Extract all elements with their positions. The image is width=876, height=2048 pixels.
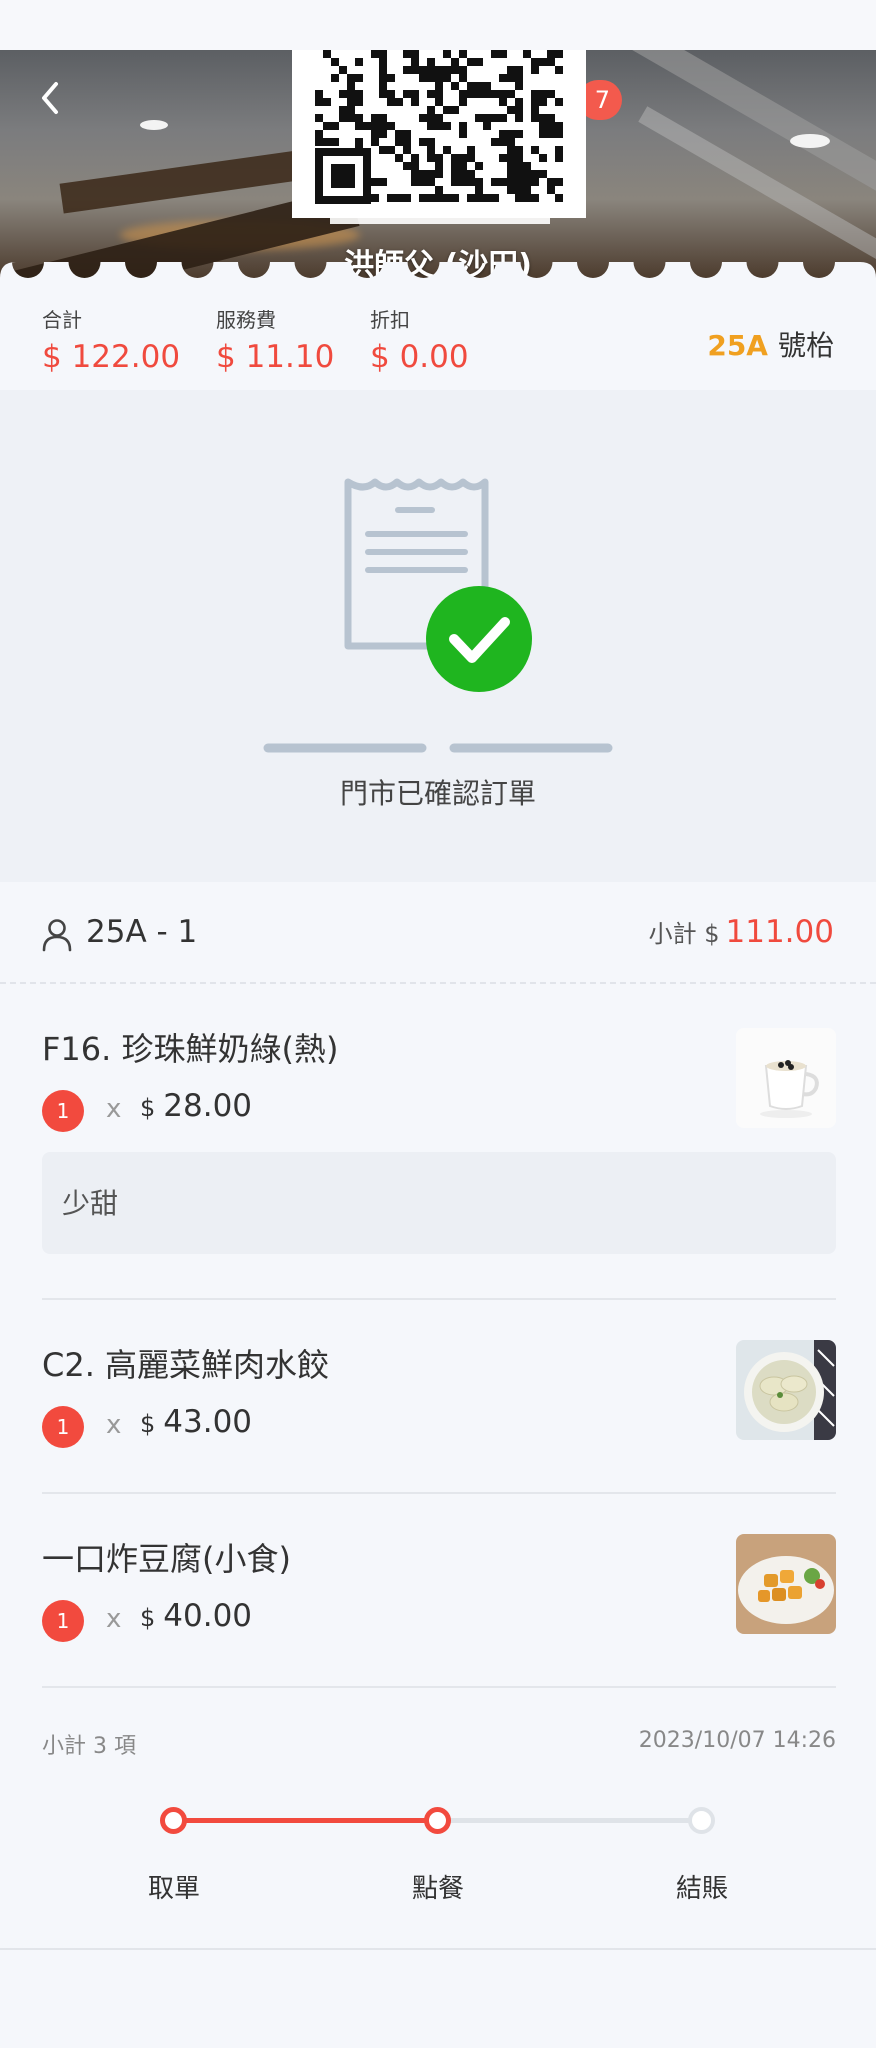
table-code: 25A [707,329,768,362]
item-price: $28.00 [140,1088,252,1124]
times-sign: x [106,1604,122,1634]
item-price-value: 43.00 [163,1404,253,1440]
quantity-badge: 1 [42,1600,84,1642]
table-number: 25A 號枱 [707,324,834,364]
progress-line-done [174,1818,438,1823]
milk-tea-image [736,1028,836,1128]
qr-code-image [315,50,563,204]
dashed-divider [0,982,876,984]
guest-subtotal: 小計 $111.00 [649,914,834,950]
confirmation-message: 門市已確認訂單 [339,777,536,810]
total-label: 合計 [42,308,82,332]
item-divider [42,1686,836,1688]
discount-block: 折扣 $ 0.00 [370,304,469,375]
total-block: 合計 $ 122.00 [42,304,180,375]
status-strip [0,0,876,50]
item-price-value: 40.00 [163,1598,253,1634]
progress-dot-done [424,1807,451,1834]
order-list: 25A - 1 小計 $111.00 F16. 珍珠鮮奶綠(熱) 1 x $28… [0,882,876,1950]
order-footer: 小計 3 項 2023/10/07 14:26 [42,1728,836,1760]
order-timestamp: 2023/10/07 14:26 [638,1728,836,1753]
times-sign: x [106,1410,122,1440]
user-icon [42,919,72,952]
order-progress: 取單 點餐 結賬 [0,1796,876,1916]
item-name: 一口炸豆腐(小食) [42,1540,291,1578]
guest-name: 25A - 1 [86,914,198,950]
qr-code[interactable] [292,50,586,218]
service-fee-value: $ 11.10 [216,339,335,375]
order-page: 7 洪師父 (沙田) 合計 $ 122.00 服務費 $ 11.10 折扣 $ … [0,0,876,2048]
item-divider [42,1298,836,1300]
bottom-bar [0,1948,876,2048]
back-button[interactable] [34,78,68,118]
quantity-badge: 1 [42,1090,84,1132]
item-price: $43.00 [140,1404,252,1440]
table-suffix: 號枱 [777,329,834,362]
item-divider [42,1492,836,1494]
progress-line-pending [438,1818,702,1823]
item-price: $40.00 [140,1598,252,1634]
currency-symbol: $ [140,1094,156,1122]
discount-value: $ 0.00 [370,339,469,375]
dumplings-image [736,1340,836,1440]
guest-subtotal-label: 小計 $ [648,920,720,948]
currency-symbol: $ [140,1410,156,1438]
service-fee-label: 服務費 [216,308,276,332]
receipt-confirmed-icon [263,478,613,753]
guest-subtotal-value: 111.00 [725,914,834,950]
item-note: 少甜 [42,1152,836,1254]
order-item[interactable]: F16. 珍珠鮮奶綠(熱) 1 x $28.00 少甜 [42,1024,836,1264]
item-name: F16. 珍珠鮮奶綠(熱) [42,1030,339,1068]
ceiling-light [790,134,830,148]
quantity-badge: 1 [42,1406,84,1448]
order-item[interactable]: C2. 高麗菜鮮肉水餃 1 x $43.00 [42,1340,836,1460]
bill-summary: 合計 $ 122.00 服務費 $ 11.10 折扣 $ 0.00 25A 號枱 [0,290,876,390]
item-name: C2. 高麗菜鮮肉水餃 [42,1346,330,1384]
item-price-value: 28.00 [163,1088,253,1124]
guest-header: 25A - 1 小計 $111.00 [42,912,834,958]
fried-tofu-image [736,1534,836,1634]
ceiling-light [140,120,168,130]
order-confirmed-panel: 門市已確認訂單 [0,390,876,882]
ceiling-beam [578,50,876,210]
times-sign: x [106,1094,122,1124]
currency-symbol: $ [140,1604,156,1632]
order-item[interactable]: 一口炸豆腐(小食) 1 x $40.00 [42,1534,836,1654]
total-value: $ 122.00 [42,339,181,375]
chevron-left-icon [42,82,58,114]
service-fee-block: 服務費 $ 11.10 [216,304,334,375]
step-label: 點餐 [411,1874,464,1904]
step-label: 取單 [147,1874,200,1904]
step-label: 結賬 [675,1874,728,1904]
progress-dot-pending [688,1807,715,1834]
item-count: 小計 3 項 [42,1734,136,1759]
discount-label: 折扣 [370,308,410,332]
progress-dot-done [160,1807,187,1834]
